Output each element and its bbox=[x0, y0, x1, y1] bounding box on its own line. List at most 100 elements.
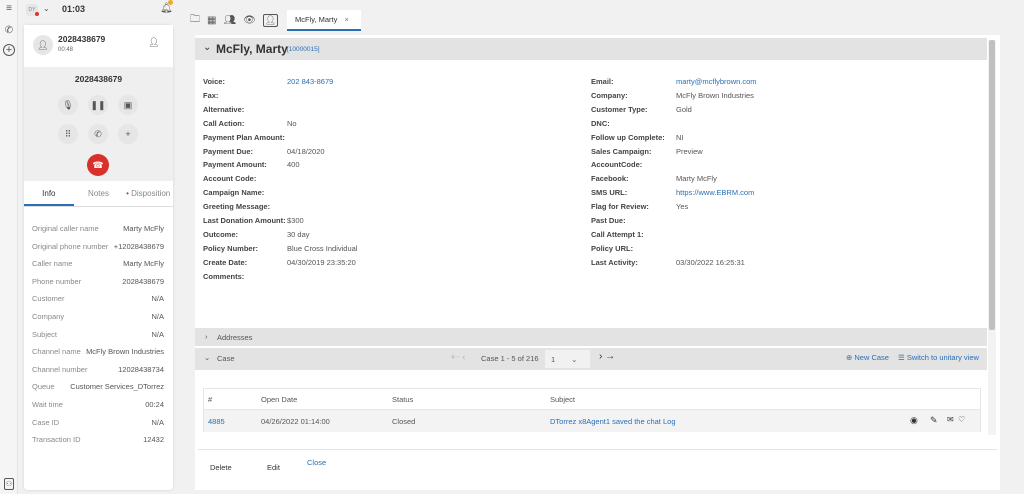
users-icon[interactable]: 👥︎ bbox=[223, 15, 236, 26]
info-row: Original caller name Marty McFly bbox=[32, 224, 164, 236]
field-label: Follow up Complete: bbox=[591, 132, 665, 142]
field-value: Blue Cross Individual bbox=[287, 243, 358, 253]
field-label: Alternative: bbox=[203, 104, 245, 114]
info-row: Caller name Marty McFly bbox=[32, 259, 164, 271]
chevron-down-icon[interactable]: ⌄ bbox=[43, 4, 50, 13]
case-id-link[interactable]: 4885 bbox=[208, 417, 225, 426]
phone-icon[interactable]: ✆ bbox=[3, 24, 15, 36]
info-value: Customer Services_DTorrez bbox=[70, 382, 164, 392]
close-button[interactable]: Close bbox=[307, 458, 326, 467]
info-row: Subject N/A bbox=[32, 330, 164, 342]
field-value: No bbox=[287, 118, 297, 128]
menu-icon[interactable]: ≡ bbox=[3, 2, 15, 14]
chevron-down-icon[interactable]: ⌄ bbox=[204, 353, 210, 362]
call-controls: 2028438679 🎙︎ ❚❚ ▣ ⠿ ✆ + ☎ bbox=[24, 67, 173, 181]
field-value: $300 bbox=[287, 216, 304, 225]
field-value[interactable]: https://www.EBRM.com bbox=[676, 188, 754, 197]
contact-card-icon[interactable]: ⚇ bbox=[4, 478, 14, 490]
tab-contact[interactable]: McFly, Marty × bbox=[287, 10, 361, 31]
hangup-button[interactable]: ☎ bbox=[87, 154, 109, 176]
field-label: Voice: bbox=[203, 77, 225, 86]
contact-id: [10000015] bbox=[287, 46, 320, 53]
edit-button[interactable]: Edit bbox=[267, 463, 280, 472]
info-key: Channel name bbox=[32, 347, 81, 357]
eye-icon[interactable]: 👁︎ bbox=[243, 15, 256, 26]
field-label: AccountCode: bbox=[591, 160, 643, 170]
info-key: Original phone number bbox=[32, 241, 109, 251]
case-section: ⌄ Case ⇠ ‹ Case 1 - 5 of 216 1 ⌄ › → ⊕ Ne… bbox=[195, 348, 987, 370]
page-select[interactable]: 1 ⌄ bbox=[545, 350, 590, 368]
contact-record: ⌄ McFly, Marty [10000015] Voice: 202 843-… bbox=[195, 35, 1000, 490]
info-value: 00:24 bbox=[145, 400, 164, 409]
tab-notes[interactable]: Notes bbox=[74, 183, 124, 206]
table-row[interactable]: 4885 04/26/2022 01:14:00 Closed DTorrez … bbox=[204, 410, 980, 432]
info-row: Company N/A bbox=[32, 312, 164, 324]
addresses-section[interactable]: › Addresses bbox=[195, 328, 987, 346]
mute-icon[interactable]: 🎙︎ bbox=[58, 95, 78, 115]
scrollbar-thumb[interactable] bbox=[989, 40, 995, 330]
case-label: Case bbox=[217, 354, 235, 363]
field-value[interactable]: 202 843-8679 bbox=[287, 77, 333, 86]
field-value: McFly Brown Industries bbox=[676, 90, 754, 100]
info-row: Wait time 00:24 bbox=[32, 400, 164, 412]
case-status: Closed bbox=[392, 417, 416, 426]
info-row: Customer N/A bbox=[32, 294, 164, 306]
transfer-icon[interactable]: ✆ bbox=[88, 124, 108, 144]
info-value: N/A bbox=[151, 294, 164, 304]
field-label: Payment Due: bbox=[203, 146, 254, 156]
info-key: Subject bbox=[32, 329, 58, 339]
hold-icon[interactable]: ❚❚ bbox=[88, 95, 108, 115]
col-id: # bbox=[208, 395, 213, 404]
tab-info[interactable]: Info bbox=[24, 183, 74, 206]
field-value[interactable]: marty@mcflybrown.com bbox=[676, 77, 757, 86]
folder-icon[interactable]: 🗀 bbox=[190, 12, 200, 29]
next-page-icon[interactable]: › → bbox=[599, 351, 615, 362]
footer-divider bbox=[198, 449, 997, 450]
call-header: 👤︎ 2028438679 00:48 👤︎ bbox=[24, 25, 173, 67]
record-icon[interactable]: ▣ bbox=[118, 95, 138, 115]
email-icon[interactable]: ✉ bbox=[947, 415, 954, 424]
tab-disposition[interactable]: • Disposition bbox=[123, 183, 173, 206]
toolbar: 🗀 ▦ 👥︎ 👁︎ 👤︎ bbox=[190, 8, 279, 32]
field-value: 03/30/2022 16:25:31 bbox=[676, 257, 745, 267]
info-row: Case ID N/A bbox=[32, 418, 164, 430]
info-value: N/A bbox=[151, 417, 164, 427]
info-row: Queue Customer Services_DTorrez bbox=[32, 382, 164, 394]
view-icon[interactable]: ◉ bbox=[910, 415, 918, 426]
info-value: 2028438679 bbox=[122, 276, 164, 286]
info-value: Marty McFly bbox=[123, 259, 164, 269]
col-status: Status bbox=[392, 395, 414, 404]
shield-icon[interactable]: ♡ bbox=[958, 415, 965, 424]
delete-button[interactable]: Delete bbox=[210, 463, 232, 472]
info-row: Phone number 2028438679 bbox=[32, 277, 164, 289]
first-page-icon[interactable]: ⇠ ‹ bbox=[451, 352, 466, 363]
contact-card-icon[interactable]: 👤︎ bbox=[262, 13, 279, 27]
add-icon[interactable]: + bbox=[3, 44, 15, 56]
info-value: Marty McFly bbox=[123, 224, 164, 233]
contact-icon[interactable]: 👤︎ bbox=[145, 33, 163, 51]
field-label: Call Attempt 1: bbox=[591, 229, 644, 239]
info-value: 12432 bbox=[143, 435, 164, 445]
info-key: Wait time bbox=[32, 400, 63, 409]
chevron-down-icon: ⌄ bbox=[203, 42, 212, 53]
edit-icon[interactable]: ✎ bbox=[930, 415, 938, 426]
field-value: Marty McFly bbox=[676, 174, 717, 184]
field-label: Call Action: bbox=[203, 118, 245, 128]
call-tabs: Info Notes • Disposition bbox=[24, 183, 173, 207]
switch-view-button[interactable]: ☰ Switch to unitary view bbox=[898, 353, 979, 362]
field-label: Customer Type: bbox=[591, 104, 648, 114]
info-key: Caller name bbox=[32, 259, 73, 269]
status-dot bbox=[35, 12, 39, 16]
field-label: Policy Number: bbox=[203, 243, 259, 253]
field-label: Payment Amount: bbox=[203, 160, 267, 170]
new-case-button[interactable]: ⊕ New Case bbox=[846, 353, 889, 362]
contact-header[interactable]: ⌄ McFly, Marty [10000015] bbox=[195, 38, 987, 60]
info-value: +12028438679 bbox=[113, 241, 164, 251]
case-subject-link[interactable]: DTorrez x8Agent1 saved the chat Log bbox=[550, 417, 676, 426]
calendar-icon[interactable]: ▦ bbox=[207, 15, 216, 26]
close-icon[interactable]: × bbox=[344, 15, 348, 24]
add-participant-icon[interactable]: + bbox=[118, 124, 138, 144]
keypad-icon[interactable]: ⠿ bbox=[58, 124, 78, 144]
scrollbar[interactable] bbox=[988, 40, 996, 435]
field-label: Last Donation Amount: bbox=[203, 216, 286, 225]
